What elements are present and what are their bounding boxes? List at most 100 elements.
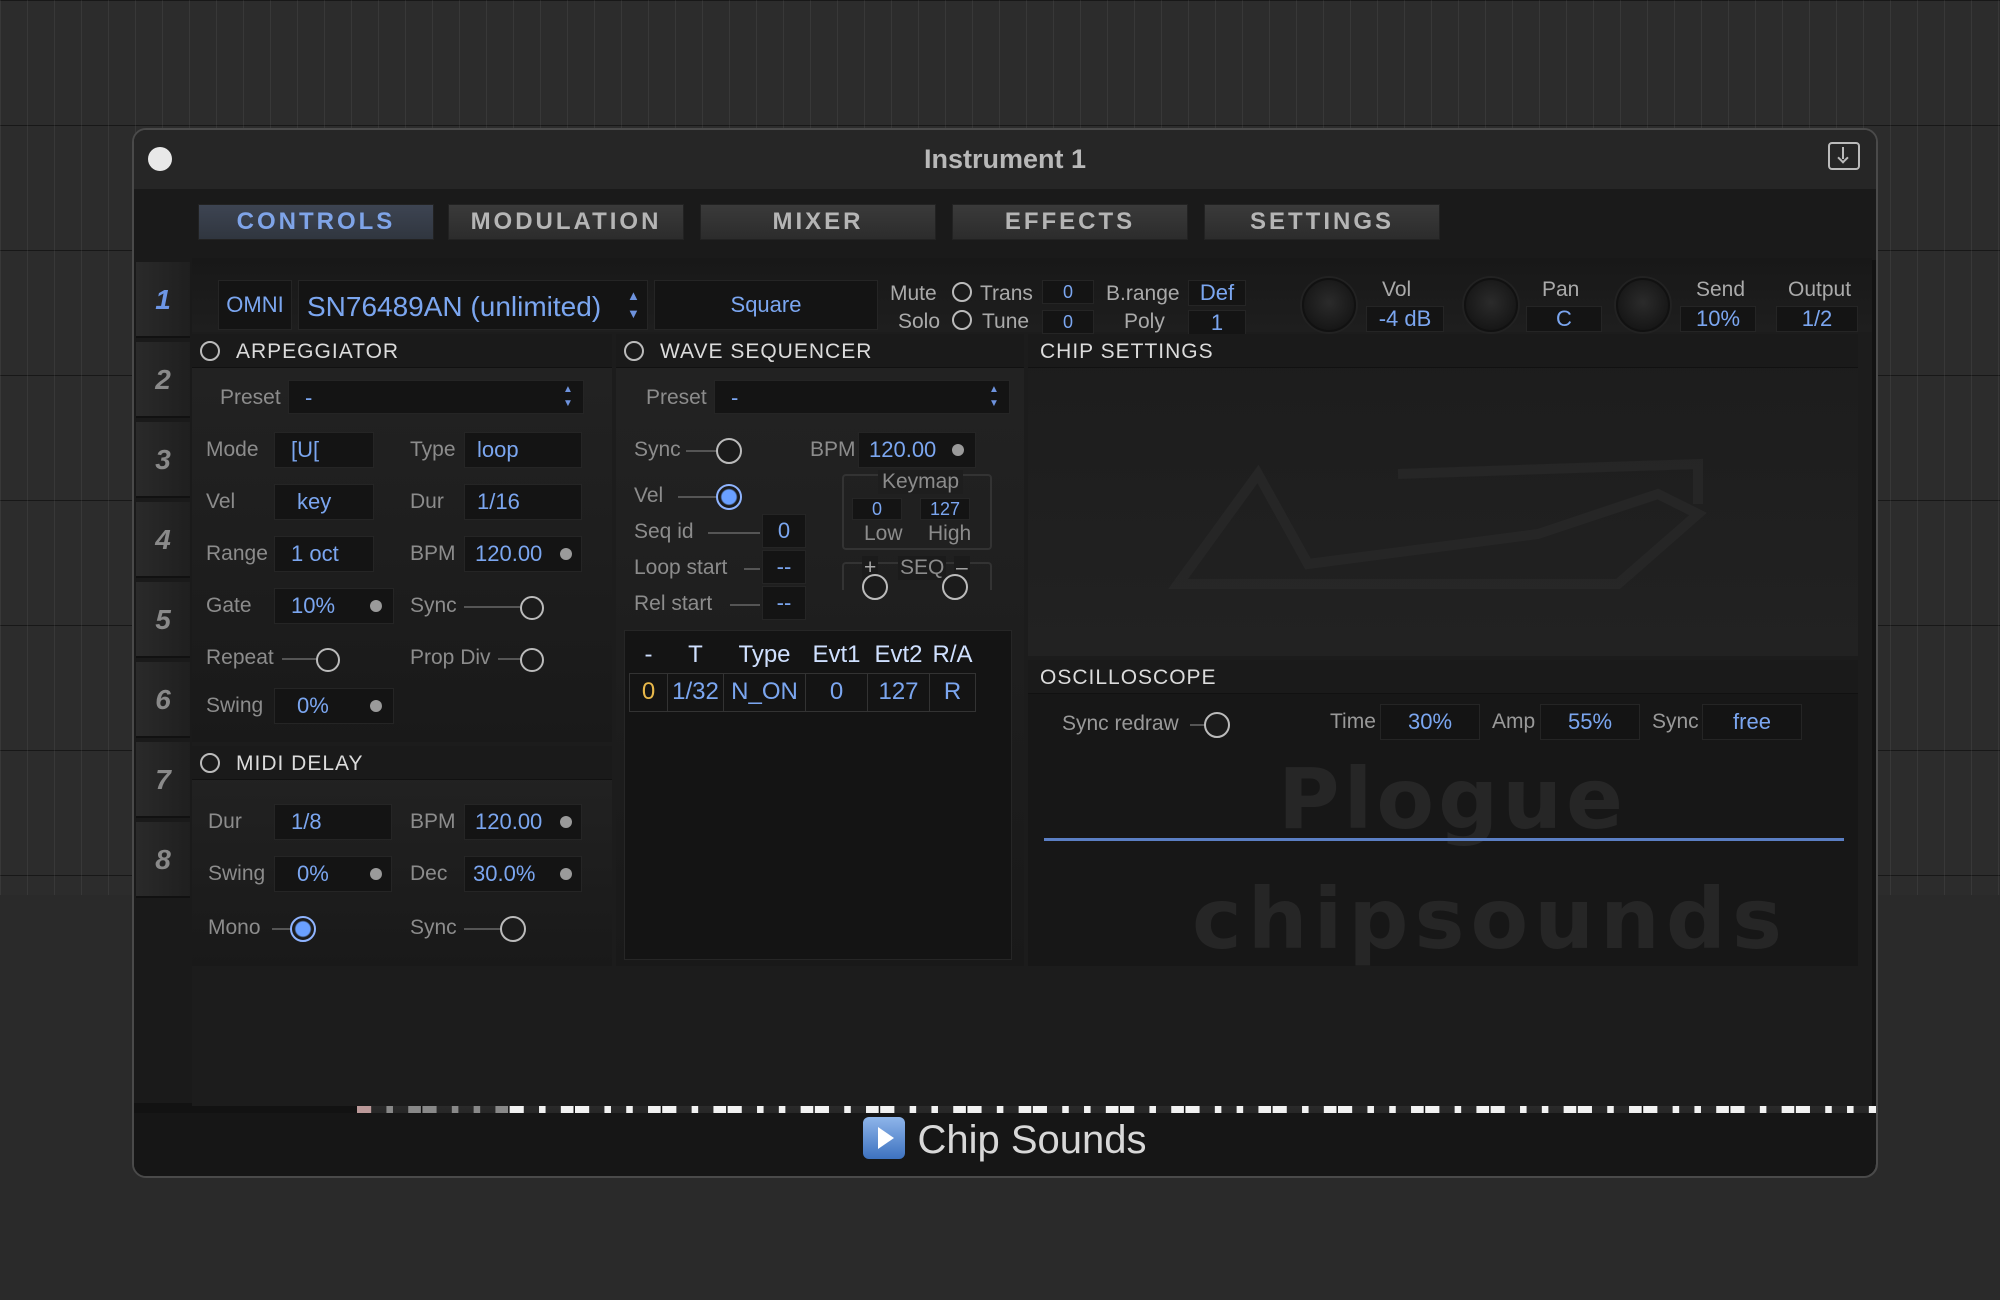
channel-tab-4[interactable]: 4: [136, 502, 190, 578]
delay-swing-label: Swing: [208, 862, 266, 885]
osc-time-field[interactable]: 30%: [1380, 704, 1480, 740]
row-index[interactable]: 0: [629, 672, 668, 712]
mute-toggle[interactable]: [952, 282, 972, 302]
arp-vel-field[interactable]: key: [274, 484, 374, 520]
trans-field[interactable]: 0: [1042, 280, 1094, 304]
chip-settings-panel: CHIP SETTINGS: [1028, 334, 1858, 656]
row-evt2[interactable]: 127: [867, 672, 930, 712]
ws-sync-line: [686, 450, 720, 452]
save-download-icon[interactable]: [1828, 142, 1860, 170]
delay-dec-dot[interactable]: [560, 868, 572, 880]
tab-settings[interactable]: SETTINGS: [1204, 204, 1440, 240]
wave-sequencer-enable[interactable]: [624, 341, 644, 361]
channel-tab-8[interactable]: 8: [136, 822, 190, 898]
arp-dur-label: Dur: [410, 490, 444, 513]
midi-channel-select[interactable]: OMNI: [218, 280, 292, 330]
chip-select[interactable]: SN76489AN (unlimited) ▲ ▼: [298, 280, 648, 330]
arp-preset-value: -: [305, 385, 313, 410]
ws-preset-arrows-icon[interactable]: ▲ ▼: [989, 383, 1001, 411]
tab-controls[interactable]: CONTROLS: [198, 204, 434, 240]
pan-knob[interactable]: [1464, 278, 1518, 332]
arp-sync-toggle[interactable]: [520, 596, 544, 620]
pan-field[interactable]: C: [1526, 306, 1602, 332]
tab-effects[interactable]: EFFECTS: [952, 204, 1188, 240]
chip-arrows-icon[interactable]: ▲ ▼: [627, 287, 640, 323]
poly-field[interactable]: 1: [1188, 310, 1246, 336]
channel-tab-1[interactable]: 1: [136, 262, 190, 338]
tune-field[interactable]: 0: [1042, 310, 1094, 334]
vol-label: Vol: [1382, 278, 1412, 301]
delay-sync-toggle[interactable]: [500, 916, 526, 942]
ws-bpm-dot[interactable]: [952, 444, 964, 456]
ws-vel-toggle[interactable]: [716, 484, 742, 510]
sequence-table: - T Type Evt1 Evt2 R/A 0 1/32 N_ON 0 127…: [629, 637, 976, 712]
ws-vel-line: [678, 496, 718, 498]
arp-gate-dot[interactable]: [370, 600, 382, 612]
channel-tab-2[interactable]: 2: [136, 342, 190, 418]
arp-preset-select[interactable]: - ▲ ▼: [288, 380, 584, 414]
delay-mono-toggle[interactable]: [290, 916, 316, 942]
instrument-header: OMNI SN76489AN (unlimited) ▲ ▼ Square Mut…: [192, 258, 1872, 336]
sequence-table-area: - T Type Evt1 Evt2 R/A 0 1/32 N_ON 0 127…: [624, 630, 1012, 960]
ws-relstart-field[interactable]: --: [762, 586, 806, 620]
output-select[interactable]: 1/2: [1776, 306, 1858, 332]
arp-bpm-label: BPM: [410, 542, 456, 565]
ws-sync-toggle[interactable]: [716, 438, 742, 464]
channel-tab-5[interactable]: 5: [136, 582, 190, 658]
seq-toggle-left[interactable]: [862, 574, 888, 600]
row-t[interactable]: 1/32: [667, 672, 724, 712]
row-evt1[interactable]: 0: [805, 672, 868, 712]
oscilloscope-trace: [1044, 838, 1844, 841]
sync-redraw-toggle[interactable]: [1204, 712, 1230, 738]
arp-propdiv-toggle[interactable]: [520, 648, 544, 672]
ws-loopstart-field[interactable]: --: [762, 550, 806, 584]
channel-tab-3[interactable]: 3: [136, 422, 190, 498]
col-t: T: [688, 640, 703, 668]
tab-modulation[interactable]: MODULATION: [448, 204, 684, 240]
delay-dur-field[interactable]: 1/8: [274, 804, 392, 840]
arp-mode-field[interactable]: [U[: [274, 432, 374, 468]
vol-field[interactable]: -4 dB: [1366, 306, 1444, 332]
arp-swing-dot[interactable]: [370, 700, 382, 712]
send-field[interactable]: 10%: [1680, 306, 1756, 332]
osc-amp-field[interactable]: 55%: [1540, 704, 1640, 740]
volume-knob[interactable]: [1302, 278, 1356, 332]
arp-preset-arrows-icon[interactable]: ▲ ▼: [563, 383, 575, 411]
wave-sequencer-title: WAVE SEQUENCER: [660, 340, 873, 363]
ws-relstart-line: [730, 604, 760, 606]
window-title: Instrument 1: [923, 144, 1087, 174]
seq-toggle-right[interactable]: [942, 574, 968, 600]
channel-tab-7[interactable]: 7: [136, 742, 190, 818]
oscilloscope-title: OSCILLOSCOPE: [1040, 666, 1217, 689]
table-row[interactable]: 0 1/32 N_ON 0 127 R: [629, 672, 976, 712]
arp-repeat-toggle[interactable]: [316, 648, 340, 672]
footer-label: Chip Sounds: [917, 1118, 1147, 1162]
arpeggiator-enable[interactable]: [200, 341, 220, 361]
solo-label: Solo: [898, 310, 941, 333]
row-ra[interactable]: R: [929, 672, 976, 712]
osc-sync-field[interactable]: free: [1702, 704, 1802, 740]
midi-delay-header: MIDI DELAY: [192, 746, 612, 780]
footer-bar: Chip Sounds: [134, 1113, 1876, 1176]
keymap-high-field[interactable]: 127: [920, 498, 970, 520]
oscilloscope-header: OSCILLOSCOPE: [1028, 660, 1858, 694]
brange-field[interactable]: Def: [1188, 280, 1246, 306]
arp-type-field[interactable]: loop: [464, 432, 582, 468]
delay-swing-dot[interactable]: [370, 868, 382, 880]
send-knob[interactable]: [1616, 278, 1670, 332]
arp-vel-label: Vel: [206, 490, 236, 513]
waveform-select[interactable]: Square: [654, 280, 878, 330]
solo-toggle[interactable]: [952, 310, 972, 330]
keymap-low-field[interactable]: 0: [852, 498, 902, 520]
channel-tab-6[interactable]: 6: [136, 662, 190, 738]
delay-bpm-dot[interactable]: [560, 816, 572, 828]
midi-delay-enable[interactable]: [200, 753, 220, 773]
arp-bpm-sync-dot[interactable]: [560, 548, 572, 560]
row-type[interactable]: N_ON: [723, 672, 806, 712]
ws-seqid-field[interactable]: 0: [762, 514, 806, 548]
tab-mixer[interactable]: MIXER: [700, 204, 936, 240]
arp-range-field[interactable]: 1 oct: [274, 536, 374, 572]
ws-preset-select[interactable]: - ▲ ▼: [714, 380, 1010, 414]
arp-dur-field[interactable]: 1/16: [464, 484, 582, 520]
keymap-low-label: Low: [864, 522, 903, 545]
